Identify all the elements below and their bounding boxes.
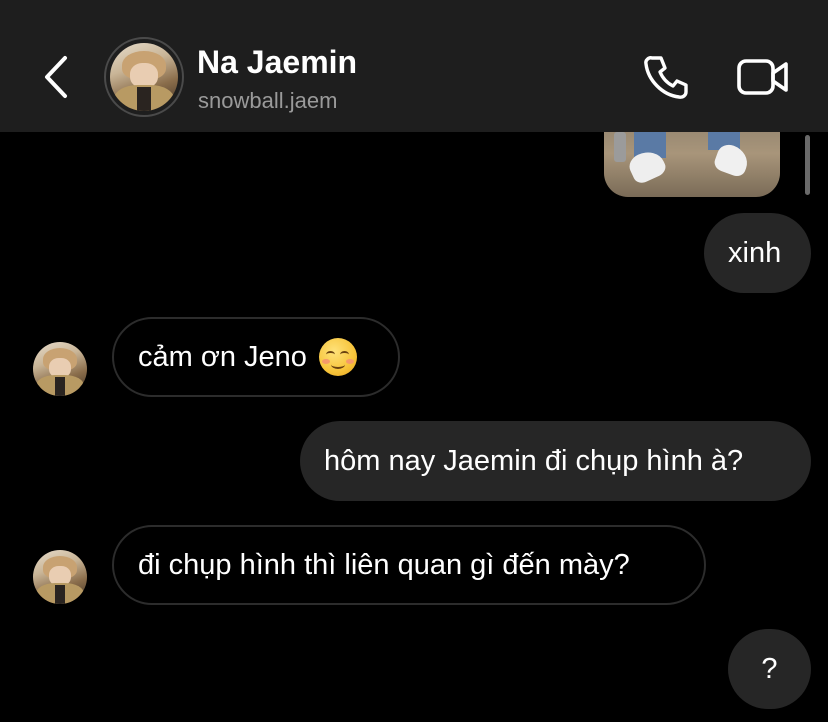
message-text: hôm nay Jaemin đi chụp hình à?: [324, 444, 744, 477]
scrollbar[interactable]: [805, 135, 810, 195]
avatar[interactable]: [33, 550, 87, 604]
avatar: [110, 43, 178, 111]
received-message-bubble[interactable]: cảm ơn Jeno: [112, 317, 400, 397]
message-text: cảm ơn Jeno: [138, 340, 307, 373]
received-message-bubble[interactable]: đi chụp hình thì liên quan gì đến mày?: [112, 525, 706, 605]
smiling-face-emoji-icon: [318, 338, 357, 376]
video-call-button[interactable]: [734, 52, 792, 102]
message-text: xinh: [728, 236, 782, 269]
sent-message-bubble[interactable]: ?: [728, 629, 811, 709]
phone-icon: [644, 56, 688, 99]
contact-username[interactable]: snowball.jaem: [198, 88, 337, 114]
chevron-left-icon: [45, 56, 67, 98]
video-camera-icon: [737, 59, 788, 95]
message-text: đi chụp hình thì liên quan gì đến mày?: [138, 548, 630, 581]
sent-message-bubble[interactable]: hôm nay Jaemin đi chụp hình à?: [300, 421, 811, 501]
back-button[interactable]: [36, 50, 76, 104]
chat-header: Na Jaemin snowball.jaem: [0, 0, 828, 132]
contact-name[interactable]: Na Jaemin: [197, 44, 357, 81]
contact-avatar-button[interactable]: [104, 37, 184, 117]
message-text: ?: [761, 652, 778, 685]
sent-message-bubble[interactable]: xinh: [704, 213, 811, 293]
avatar[interactable]: [33, 342, 87, 396]
audio-call-button[interactable]: [638, 50, 692, 104]
